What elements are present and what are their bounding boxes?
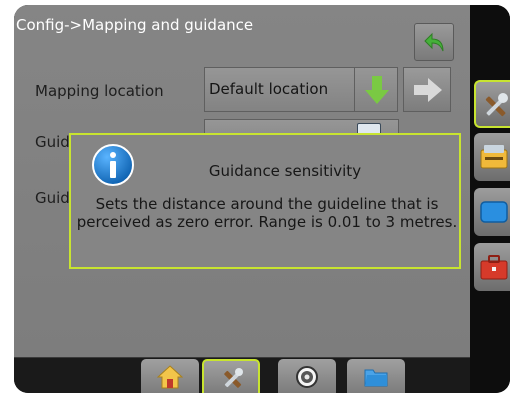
mapping-location-value: Default location <box>209 80 329 98</box>
target-icon <box>296 366 318 388</box>
info-icon <box>92 144 134 186</box>
popup-title: Guidance sensitivity <box>208 162 362 180</box>
download-arrow-icon <box>365 76 389 104</box>
back-button[interactable] <box>414 23 454 61</box>
bottom-tab-configuration[interactable] <box>202 359 260 393</box>
forward-button[interactable] <box>403 67 451 112</box>
side-tab-console[interactable] <box>474 133 510 181</box>
toolbox-icon <box>480 255 508 280</box>
console-icon <box>480 145 508 169</box>
info-popup[interactable]: Guidance sensitivity Sets the distance a… <box>69 133 461 269</box>
forward-arrow-icon <box>414 78 442 102</box>
page-title: Config->Mapping and guidance <box>16 16 254 34</box>
guidance-setting-label-2: Guid <box>35 189 70 207</box>
bottom-tab-guidance[interactable] <box>278 359 336 393</box>
device-frame: Config->Mapping and guidance Mapping loc… <box>14 5 510 393</box>
bottom-tab-data[interactable] <box>347 359 405 393</box>
home-icon <box>157 365 183 389</box>
tools-icon <box>485 93 508 117</box>
screen-icon <box>480 201 508 223</box>
tools-icon <box>224 368 243 388</box>
mapping-location-label: Mapping location <box>35 82 164 100</box>
main-screen: Config->Mapping and guidance Mapping loc… <box>14 5 470 393</box>
side-tab-tools[interactable] <box>474 80 510 128</box>
folder-icon <box>364 369 388 387</box>
guidance-setting-label-1: Guid <box>35 133 70 151</box>
popup-body: Sets the distance around the guideline t… <box>76 195 458 231</box>
side-tab-toolbox[interactable] <box>474 243 510 291</box>
download-button[interactable] <box>354 67 398 112</box>
bottom-tab-home[interactable] <box>141 359 199 393</box>
side-tab-display[interactable] <box>474 188 510 236</box>
back-arrow-icon <box>424 32 444 52</box>
